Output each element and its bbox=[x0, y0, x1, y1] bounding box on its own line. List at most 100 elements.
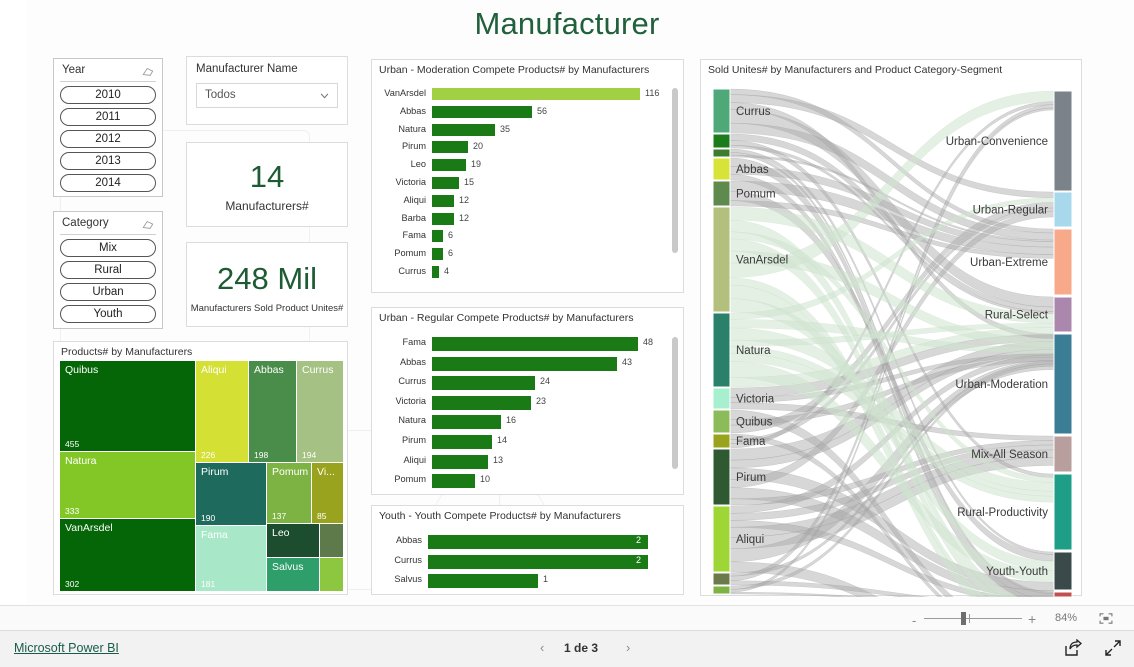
vertical-scrollbar[interactable] bbox=[672, 337, 678, 469]
eraser-icon[interactable] bbox=[142, 219, 154, 230]
slicer-item-2012[interactable]: 2012 bbox=[60, 130, 156, 148]
bar-row[interactable]: Pirum 20 bbox=[380, 140, 666, 158]
bar-row[interactable]: Aliqui 13 bbox=[380, 454, 666, 474]
bar-row[interactable]: Pirum 14 bbox=[380, 434, 666, 454]
treemap-tile-quibus[interactable]: Quibus 455 bbox=[60, 361, 195, 451]
treemap-tile-abbas[interactable]: Abbas 198 bbox=[249, 361, 296, 462]
slicer-item-2011[interactable]: 2011 bbox=[60, 108, 156, 126]
bar-segment[interactable] bbox=[432, 194, 454, 207]
bar-row[interactable]: Victoria 23 bbox=[380, 395, 666, 415]
sankey-source-node[interactable] bbox=[712, 572, 731, 586]
bar-segment[interactable] bbox=[432, 435, 492, 449]
bar-segment[interactable] bbox=[432, 177, 459, 189]
slicer-item-urban[interactable]: Urban bbox=[60, 283, 156, 301]
treemap-tile-vanarsdel[interactable]: VanArsdel 302 bbox=[60, 519, 195, 591]
bar-segment[interactable] bbox=[432, 230, 443, 243]
sankey-source-node[interactable] bbox=[712, 180, 731, 207]
chevron-left-icon[interactable]: ‹ bbox=[540, 640, 544, 655]
card-sold-units[interactable]: 248 Mil Manufacturers Sold Product Unite… bbox=[186, 242, 348, 327]
sankey-target-node[interactable] bbox=[1053, 473, 1073, 551]
bar-row[interactable]: Barba 12 bbox=[380, 212, 666, 230]
bar-segment[interactable] bbox=[432, 356, 617, 371]
sankey-source-node[interactable] bbox=[712, 433, 731, 449]
treemap-tile-natura[interactable]: Natura 333 bbox=[60, 452, 195, 518]
slicer-year[interactable]: Year 2010 2011 2012 2013 2014 bbox=[53, 58, 163, 197]
bar-segment[interactable] bbox=[432, 123, 495, 136]
bar-segment[interactable] bbox=[432, 376, 535, 391]
sankey-source-node[interactable] bbox=[712, 505, 731, 573]
bar-chart-urban-regular[interactable]: Urban - Regular Compete Products# by Man… bbox=[371, 307, 684, 495]
bar-segment[interactable] bbox=[432, 248, 443, 261]
sankey-target-node[interactable] bbox=[1053, 551, 1073, 591]
sankey-source-node[interactable] bbox=[712, 409, 731, 434]
sankey-source-node[interactable] bbox=[712, 133, 731, 149]
chevron-down-icon[interactable] bbox=[320, 93, 329, 99]
vertical-scrollbar[interactable] bbox=[672, 88, 678, 253]
zoom-in-button[interactable]: + bbox=[1028, 611, 1036, 627]
bar-row[interactable]: Abbas 56 bbox=[380, 105, 666, 123]
bar-row[interactable]: Currus 4 bbox=[380, 265, 666, 283]
sankey-target-node[interactable] bbox=[1053, 333, 1073, 435]
bar-row[interactable]: Pomum 6 bbox=[380, 247, 666, 265]
zoom-slider-thumb[interactable] bbox=[961, 612, 966, 625]
sankey-source-node[interactable] bbox=[712, 312, 731, 388]
slicer-item-2010[interactable]: 2010 bbox=[60, 86, 156, 104]
sankey-source-node[interactable] bbox=[712, 448, 731, 506]
bar-segment[interactable] bbox=[432, 159, 466, 172]
fullscreen-icon[interactable] bbox=[1104, 639, 1122, 657]
sankey-source-node[interactable] bbox=[712, 157, 731, 181]
treemap-tile-leo[interactable]: Leo bbox=[267, 524, 319, 557]
sankey-target-node[interactable] bbox=[1053, 90, 1073, 192]
treemap-tile-pomum[interactable]: Pomum 137 bbox=[267, 463, 311, 523]
treemap-tile-victoria[interactable]: Vi... 85 bbox=[312, 463, 343, 523]
bar-chart-youth-youth[interactable]: Youth - Youth Compete Products# by Manuf… bbox=[371, 505, 684, 595]
powerbi-brand-link[interactable]: Microsoft Power BI bbox=[14, 641, 119, 655]
zoom-out-button[interactable]: - bbox=[912, 613, 916, 628]
slicer-manufacturer-name[interactable]: Manufacturer Name Todos bbox=[186, 56, 348, 125]
share-icon[interactable] bbox=[1064, 639, 1082, 657]
bar-segment[interactable] bbox=[428, 574, 538, 588]
bar-chart-urban-moderation[interactable]: Urban - Moderation Compete Products# by … bbox=[371, 59, 684, 293]
bar-segment[interactable] bbox=[432, 141, 468, 154]
bar-row[interactable]: Salvus 1 bbox=[380, 573, 666, 593]
bar-row[interactable]: Fama 48 bbox=[380, 336, 666, 356]
sankey-source-node[interactable] bbox=[712, 88, 731, 134]
bar-row[interactable]: Natura 16 bbox=[380, 414, 666, 434]
bar-segment[interactable] bbox=[432, 266, 439, 278]
bar-row[interactable]: Fama 6 bbox=[380, 229, 666, 247]
bar-row[interactable]: Pomum 10 bbox=[380, 473, 666, 493]
slicer-item-youth[interactable]: Youth bbox=[60, 305, 156, 323]
treemap-tile-aliqui[interactable]: Aliqui 226 bbox=[196, 361, 248, 462]
treemap-tile-currus[interactable]: Currus 194 bbox=[297, 361, 343, 462]
sankey-target-node[interactable] bbox=[1053, 591, 1073, 597]
bar-row[interactable]: VanArsdel 116 bbox=[380, 87, 666, 105]
bar-segment[interactable] bbox=[432, 395, 531, 410]
slicer-item-2014[interactable]: 2014 bbox=[60, 174, 156, 192]
treemap-tile-fama[interactable]: Fama 181 bbox=[196, 526, 266, 591]
slicer-item-mix[interactable]: Mix bbox=[60, 239, 156, 257]
bar-row[interactable]: Abbas 2 bbox=[380, 534, 666, 554]
bar-segment[interactable] bbox=[432, 337, 638, 351]
treemap-tile-pirum[interactable]: Pirum 190 bbox=[196, 463, 266, 525]
bar-segment[interactable] bbox=[432, 415, 501, 430]
manufacturer-name-dropdown[interactable]: Todos bbox=[196, 83, 338, 108]
slicer-item-2013[interactable]: 2013 bbox=[60, 152, 156, 170]
eraser-icon[interactable] bbox=[142, 66, 154, 77]
bar-segment[interactable] bbox=[432, 88, 640, 100]
treemap-tile-other-b[interactable] bbox=[320, 558, 343, 591]
slicer-item-rural[interactable]: Rural bbox=[60, 261, 156, 279]
card-manufacturers-count[interactable]: 14 Manufacturers# bbox=[186, 142, 348, 227]
sankey-source-node[interactable] bbox=[712, 206, 731, 313]
fit-to-page-icon[interactable] bbox=[1099, 613, 1113, 624]
bar-segment[interactable] bbox=[428, 554, 648, 569]
bar-row[interactable]: Leo 19 bbox=[380, 158, 666, 176]
sankey-source-node[interactable] bbox=[712, 387, 731, 410]
bar-row[interactable]: Natura 35 bbox=[380, 123, 666, 141]
bar-row[interactable]: Aliqui 12 bbox=[380, 194, 666, 212]
bar-segment[interactable] bbox=[432, 454, 488, 469]
bar-row[interactable]: Currus 24 bbox=[380, 375, 666, 395]
sankey-target-node[interactable] bbox=[1053, 296, 1073, 333]
sankey-source-node[interactable] bbox=[712, 148, 731, 158]
bar-segment[interactable] bbox=[432, 474, 475, 489]
bar-row[interactable]: Currus 2 bbox=[380, 554, 666, 574]
